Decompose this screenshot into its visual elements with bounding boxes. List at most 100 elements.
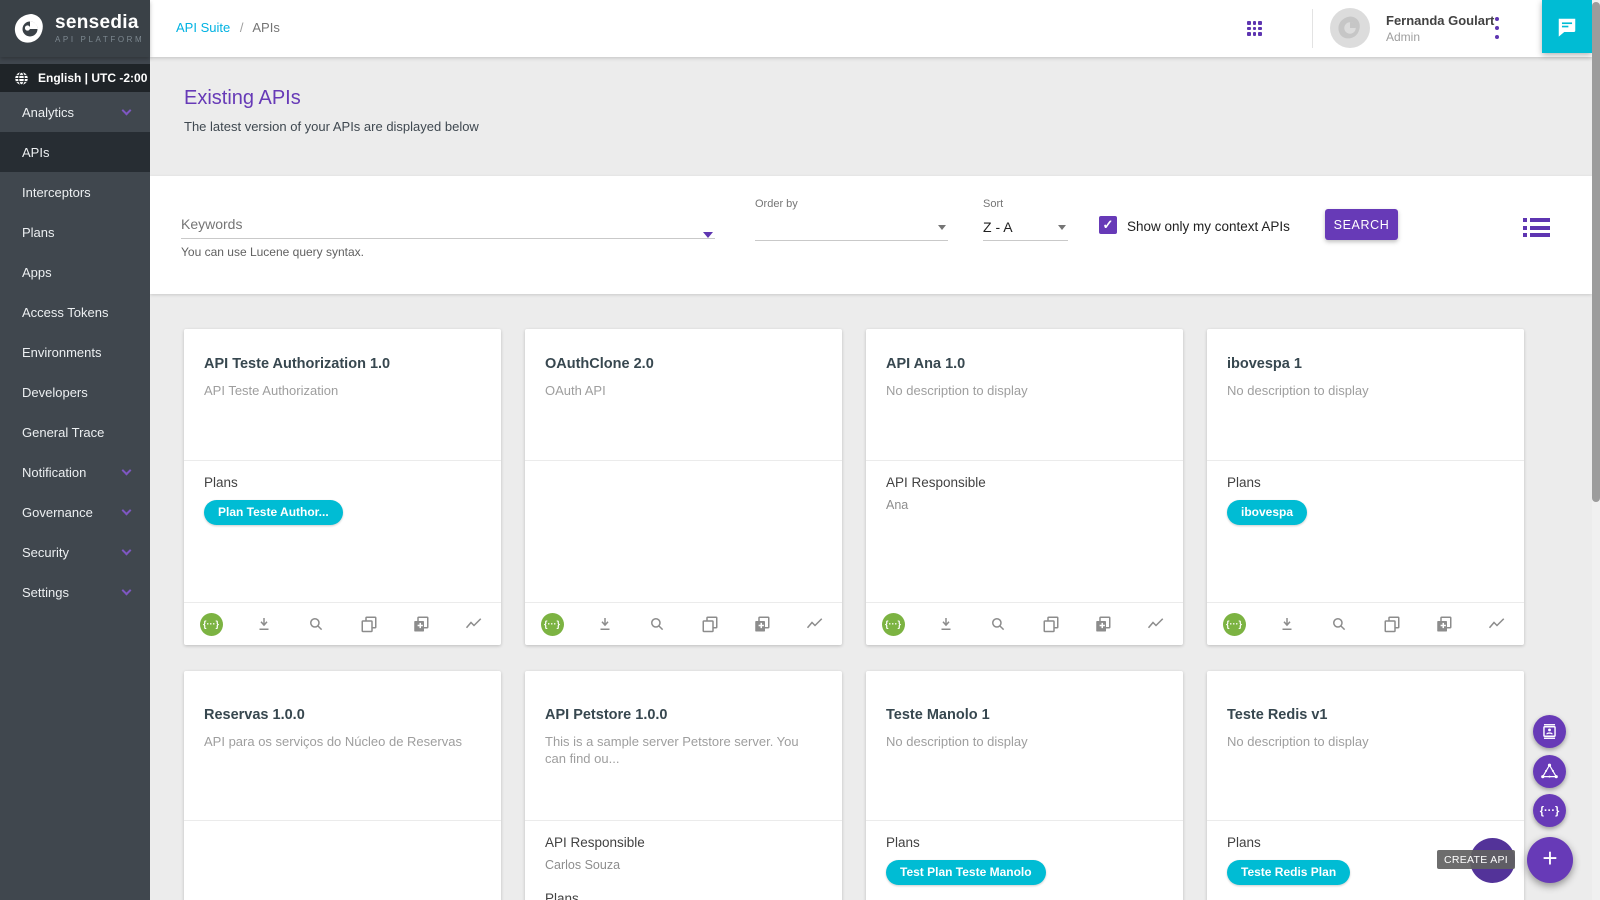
api-card-title: Teste Redis v1 bbox=[1227, 707, 1504, 723]
sidebar-item-label: Settings bbox=[22, 585, 69, 600]
copy-icon[interactable] bbox=[1039, 612, 1063, 636]
search-icon[interactable] bbox=[645, 612, 669, 636]
api-card[interactable]: API Ana 1.0 No description to display AP… bbox=[866, 329, 1183, 645]
download-icon[interactable] bbox=[252, 612, 276, 636]
search-icon[interactable] bbox=[986, 612, 1010, 636]
download-icon[interactable] bbox=[1275, 612, 1299, 636]
locale-selector[interactable]: English | UTC -2:00 bbox=[0, 64, 150, 92]
analytics-trend-icon[interactable] bbox=[462, 612, 486, 636]
plan-chip[interactable]: ibovespa bbox=[1227, 500, 1307, 525]
api-card[interactable]: OAuthClone 2.0 OAuth API {···} bbox=[525, 329, 842, 645]
context-checkbox-label: Show only my context APIs bbox=[1127, 219, 1290, 234]
api-designer-icon[interactable]: {···} bbox=[882, 613, 905, 636]
api-cards-row-1: API Teste Authorization 1.0 API Teste Au… bbox=[184, 329, 1524, 645]
sidebar-item-apps[interactable]: Apps bbox=[0, 252, 150, 292]
plan-chip[interactable]: Teste Redis Plan bbox=[1227, 860, 1350, 885]
sidebar-item-settings[interactable]: Settings bbox=[0, 572, 150, 612]
sidebar-item-label: General Trace bbox=[22, 425, 104, 440]
scrollbar-thumb[interactable] bbox=[1592, 2, 1600, 502]
list-view-toggle-icon[interactable] bbox=[1523, 218, 1550, 237]
kebab-menu-icon[interactable] bbox=[1490, 17, 1504, 39]
chevron-down-icon bbox=[122, 506, 132, 516]
locale-label: English | UTC -2:00 bbox=[38, 71, 147, 85]
main-content: Existing APIs The latest version of your… bbox=[150, 57, 1592, 900]
breadcrumb-current: APIs bbox=[252, 20, 279, 35]
keywords-helper-text: You can use Lucene query syntax. bbox=[181, 245, 364, 259]
create-api-fab[interactable]: + bbox=[1527, 837, 1573, 883]
api-card-description: No description to display bbox=[1227, 382, 1502, 399]
graphql-icon bbox=[1540, 762, 1559, 781]
sidebar-item-analytics[interactable]: Analytics bbox=[0, 92, 150, 132]
chevron-down-icon bbox=[1058, 225, 1066, 230]
sidebar-item-label: Environments bbox=[22, 345, 101, 360]
avatar-placeholder-icon bbox=[1337, 15, 1363, 41]
globe-icon bbox=[14, 71, 29, 86]
api-responsible-value: Carlos Souza bbox=[545, 858, 822, 872]
avatar[interactable] bbox=[1330, 8, 1370, 48]
sidebar-item-label: Governance bbox=[22, 505, 93, 520]
sidebar-item-plans[interactable]: Plans bbox=[0, 212, 150, 252]
api-designer-icon[interactable]: {···} bbox=[200, 613, 223, 636]
page-title: Existing APIs bbox=[184, 87, 479, 110]
sidebar-item-label: APIs bbox=[22, 145, 49, 160]
brand-logo[interactable]: sensedia API PLATFORM bbox=[0, 0, 150, 57]
download-icon[interactable] bbox=[934, 612, 958, 636]
copy-icon[interactable] bbox=[357, 612, 381, 636]
order-by-value[interactable] bbox=[755, 214, 948, 241]
search-icon[interactable] bbox=[1327, 612, 1351, 636]
api-designer-icon[interactable]: {···} bbox=[1223, 613, 1246, 636]
sensedia-logo-icon bbox=[13, 12, 47, 46]
api-card[interactable]: Teste Manolo 1 No description to display… bbox=[866, 671, 1183, 900]
fab-create-graphql[interactable] bbox=[1533, 755, 1566, 788]
sidebar: sensedia API PLATFORM English | UTC -2:0… bbox=[0, 0, 150, 900]
analytics-trend-icon[interactable] bbox=[803, 612, 827, 636]
api-card-title: Teste Manolo 1 bbox=[886, 707, 1163, 723]
brand-tagline: API PLATFORM bbox=[55, 35, 144, 44]
sidebar-item-developers[interactable]: Developers bbox=[0, 372, 150, 412]
page-subtitle: The latest version of your APIs are disp… bbox=[184, 119, 479, 134]
copy-icon[interactable] bbox=[698, 612, 722, 636]
keywords-input[interactable] bbox=[181, 210, 715, 238]
clone-add-icon[interactable] bbox=[409, 612, 433, 636]
search-button[interactable]: SEARCH bbox=[1325, 209, 1398, 240]
clone-add-icon[interactable] bbox=[1091, 612, 1115, 636]
plan-chip[interactable]: Test Plan Teste Manolo bbox=[886, 860, 1046, 885]
api-card[interactable]: ibovespa 1 No description to display Pla… bbox=[1207, 329, 1524, 645]
api-card[interactable]: Reservas 1.0.0 API para os serviços do N… bbox=[184, 671, 501, 900]
sidebar-item-interceptors[interactable]: Interceptors bbox=[0, 172, 150, 212]
sidebar-item-label: Interceptors bbox=[22, 185, 91, 200]
sidebar-item-governance[interactable]: Governance bbox=[0, 492, 150, 532]
sidebar-item-access-tokens[interactable]: Access Tokens bbox=[0, 292, 150, 332]
api-responsible-label: API Responsible bbox=[545, 835, 822, 850]
api-card-description: API para os serviços do Núcleo de Reserv… bbox=[204, 733, 479, 750]
sidebar-item-apis[interactable]: APIs bbox=[0, 132, 150, 172]
sort-value[interactable]: Z - A bbox=[983, 214, 1068, 241]
fab-create-rest-api[interactable]: {···} bbox=[1533, 794, 1566, 827]
api-card[interactable]: API Petstore 1.0.0 This is a sample serv… bbox=[525, 671, 842, 900]
chat-button[interactable] bbox=[1542, 0, 1592, 53]
api-card[interactable]: API Teste Authorization 1.0 API Teste Au… bbox=[184, 329, 501, 645]
apps-grid-icon[interactable] bbox=[1247, 21, 1262, 36]
plans-label: Plans bbox=[1227, 835, 1504, 850]
chevron-down-icon bbox=[122, 106, 132, 116]
sidebar-item-general-trace[interactable]: General Trace bbox=[0, 412, 150, 452]
keywords-dropdown-caret-icon[interactable] bbox=[703, 232, 713, 238]
fab-import-contract[interactable] bbox=[1533, 715, 1566, 748]
plan-chip[interactable]: Plan Teste Author... bbox=[204, 500, 343, 525]
sidebar-item-security[interactable]: Security bbox=[0, 532, 150, 572]
sort-label: Sort bbox=[983, 198, 1068, 210]
copy-icon[interactable] bbox=[1380, 612, 1404, 636]
sidebar-item-environments[interactable]: Environments bbox=[0, 332, 150, 372]
search-icon[interactable] bbox=[304, 612, 328, 636]
breadcrumb-link-api-suite[interactable]: API Suite bbox=[176, 20, 230, 35]
download-icon[interactable] bbox=[593, 612, 617, 636]
user-info[interactable]: Fernanda Goulart Admin bbox=[1386, 13, 1494, 44]
context-checkbox[interactable]: ✓ bbox=[1099, 216, 1117, 234]
analytics-trend-icon[interactable] bbox=[1485, 612, 1509, 636]
api-card-title: API Petstore 1.0.0 bbox=[545, 707, 822, 723]
sidebar-item-notification[interactable]: Notification bbox=[0, 452, 150, 492]
api-designer-icon[interactable]: {···} bbox=[541, 613, 564, 636]
analytics-trend-icon[interactable] bbox=[1144, 612, 1168, 636]
clone-add-icon[interactable] bbox=[750, 612, 774, 636]
clone-add-icon[interactable] bbox=[1432, 612, 1456, 636]
